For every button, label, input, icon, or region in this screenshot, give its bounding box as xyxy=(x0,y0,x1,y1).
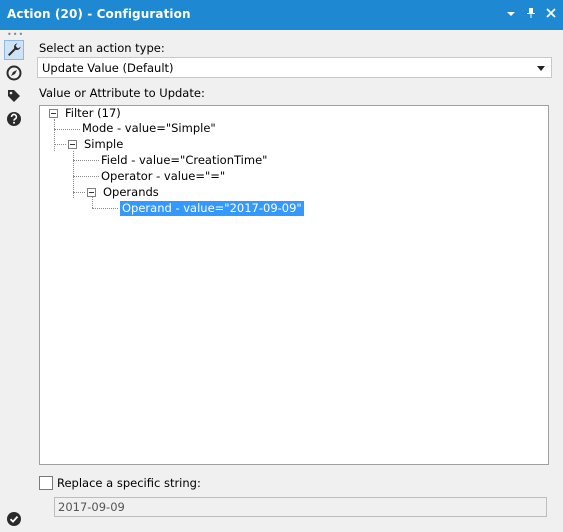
replace-string-input[interactable] xyxy=(58,499,538,515)
tree-node-operands[interactable]: Operands xyxy=(87,185,287,200)
compass-icon[interactable] xyxy=(4,63,24,83)
tree-node-label: Operator - value="=" xyxy=(101,169,226,183)
action-type-label: Select an action type: xyxy=(39,41,165,55)
tree-connector xyxy=(54,144,66,145)
tree-node-label: Field - value="CreationTime" xyxy=(101,153,268,167)
window-title: Action (20) - Configuration xyxy=(7,7,191,21)
checkmark-icon[interactable] xyxy=(4,509,24,529)
attribute-tree[interactable]: Filter (17) Mode - value="Simple" Simple… xyxy=(39,105,549,465)
tree-node-field[interactable]: Field - value="CreationTime" xyxy=(101,153,351,168)
collapse-icon[interactable] xyxy=(49,109,58,118)
tree-connector xyxy=(73,192,85,193)
drag-handle-icon[interactable]: ••• xyxy=(7,31,23,39)
tree-node-label: Simple xyxy=(84,137,124,151)
titlebar-controls xyxy=(505,6,557,20)
collapse-icon[interactable] xyxy=(87,188,96,197)
left-toolbar: ••• xyxy=(0,30,28,532)
tree-node-label: Mode - value="Simple" xyxy=(82,121,216,135)
tree-node-mode[interactable]: Mode - value="Simple" xyxy=(82,121,282,136)
tree-node-operand[interactable]: Operand - value="2017-09-09" xyxy=(120,201,380,216)
tree-node-label-selected: Operand - value="2017-09-09" xyxy=(120,201,304,216)
tree-connector xyxy=(54,129,80,130)
action-type-value: Update Value (Default) xyxy=(42,61,174,75)
dropdown-icon[interactable] xyxy=(505,6,517,20)
tree-connector xyxy=(92,208,118,209)
tree-connector xyxy=(73,176,99,177)
tree-node-label: Filter (17) xyxy=(65,106,121,120)
chevron-down-icon xyxy=(537,66,545,71)
tree-node-filter[interactable]: Filter (17) xyxy=(49,106,249,121)
pin-icon[interactable] xyxy=(525,6,537,20)
collapse-icon[interactable] xyxy=(68,140,77,149)
tree-connector xyxy=(73,160,99,161)
wrench-icon[interactable] xyxy=(4,40,24,60)
configuration-panel: Select an action type: Update Value (Def… xyxy=(28,30,563,532)
close-icon[interactable] xyxy=(545,6,557,20)
window-titlebar: Action (20) - Configuration xyxy=(0,0,563,30)
tree-connector xyxy=(54,119,55,151)
tree-node-operator[interactable]: Operator - value="=" xyxy=(101,169,351,184)
replace-string-checkbox[interactable] xyxy=(39,476,53,490)
tree-node-simple[interactable]: Simple xyxy=(68,137,268,152)
replace-string-field[interactable] xyxy=(54,497,547,517)
action-type-select[interactable]: Update Value (Default) xyxy=(37,57,552,78)
help-icon[interactable] xyxy=(4,109,24,129)
tree-connector xyxy=(73,151,74,198)
tree-label: Value or Attribute to Update: xyxy=(39,86,205,100)
tree-node-label: Operands xyxy=(103,185,159,199)
replace-string-label: Replace a specific string: xyxy=(57,476,201,490)
tag-icon[interactable] xyxy=(4,86,24,106)
